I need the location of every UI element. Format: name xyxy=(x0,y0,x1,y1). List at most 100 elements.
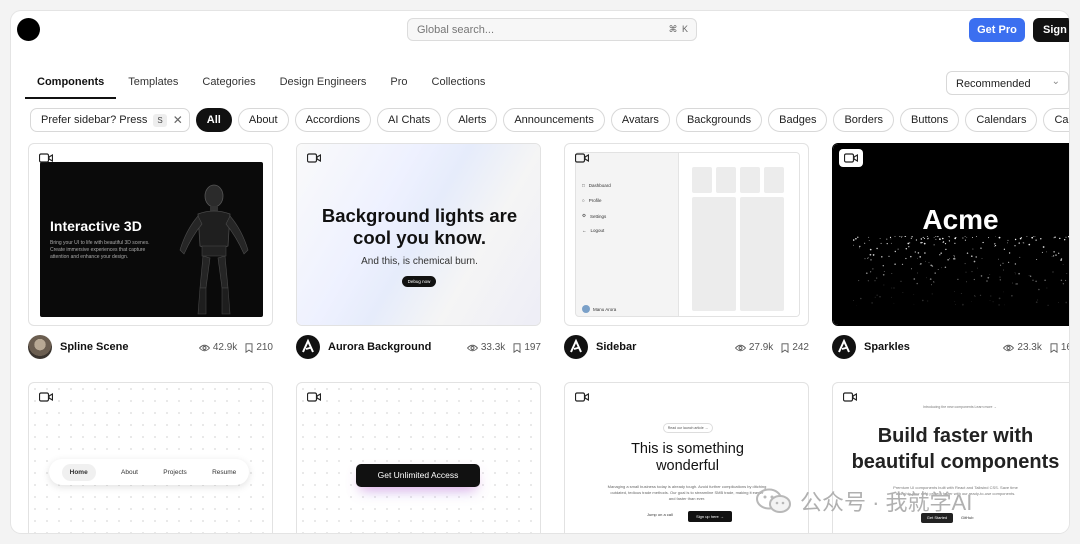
preview-primary-button: Sign up here → xyxy=(688,511,732,522)
sparkle-dot xyxy=(954,258,956,260)
sparkle-dot xyxy=(937,236,939,238)
sparkle-dot xyxy=(949,258,950,260)
preview-nav-resume: Resume xyxy=(212,468,237,476)
component-card-aurora-background[interactable]: Background lights are cool you know. And… xyxy=(296,143,541,326)
filter-chip-ai-chats[interactable]: AI Chats xyxy=(377,108,442,132)
arrow-left-icon: ← xyxy=(582,228,587,233)
close-icon[interactable]: ✕ xyxy=(173,109,183,131)
sparkle-dot xyxy=(1035,239,1037,241)
saves-stat[interactable]: 197 xyxy=(513,342,541,353)
filter-chip-backgrounds[interactable]: Backgrounds xyxy=(675,108,763,132)
tab-design-engineers[interactable]: Design Engineers xyxy=(268,69,379,99)
sign-up-button[interactable]: Sign up xyxy=(1033,18,1069,42)
home-icon: □ xyxy=(582,183,585,188)
video-icon xyxy=(575,152,589,164)
sparkle-dot xyxy=(923,242,926,245)
sparkle-dot xyxy=(882,264,885,267)
sparkle-dot xyxy=(915,239,917,241)
sparkle-dot xyxy=(940,252,942,254)
saves-stat[interactable]: 16 xyxy=(1050,342,1069,353)
filter-chip-announcements[interactable]: Announcements xyxy=(503,108,605,132)
preview-sidebar-nav: □ Dashboard ○ Profile ⚙ Settings ← Logout Ma… xyxy=(576,153,676,316)
sparkle-dot xyxy=(924,252,926,254)
sparkle-dot xyxy=(1018,242,1020,244)
sparkle-dot xyxy=(858,280,860,282)
search-placeholder: Global search... xyxy=(417,24,495,36)
views-stat: 33.3k xyxy=(466,342,505,353)
filter-chips: Prefer sidebar? Press S ✕ All About Acco… xyxy=(30,108,1069,132)
component-card-spline-scene[interactable]: Interactive 3D Bring your UI to life wit… xyxy=(28,143,273,326)
get-pro-button[interactable]: Get Pro xyxy=(969,18,1025,42)
filter-chip-about[interactable]: About xyxy=(237,108,289,132)
sparkle-dot xyxy=(853,239,855,241)
saves-count: 197 xyxy=(524,342,541,353)
bookmark-icon xyxy=(1050,342,1058,353)
sparkle-dot xyxy=(1004,304,1005,306)
sparkle-dot xyxy=(1062,264,1064,265)
filter-chip-calls-to-action[interactable]: Calls to Action xyxy=(1043,108,1069,132)
sparkle-dot xyxy=(868,236,870,238)
tab-collections[interactable]: Collections xyxy=(420,69,498,99)
filter-chip-avatars[interactable]: Avatars xyxy=(610,108,670,132)
preview-title: Acme xyxy=(922,204,999,235)
filter-chip-calendars[interactable]: Calendars xyxy=(965,108,1038,132)
saves-stat[interactable]: 210 xyxy=(245,342,273,353)
component-card-sparkles[interactable]: Acme xyxy=(832,143,1069,326)
sparkle-dot xyxy=(1059,237,1061,240)
sparkle-dot xyxy=(1014,263,1017,265)
sparkle-dot xyxy=(905,248,908,250)
author-avatar[interactable] xyxy=(296,335,320,359)
author-avatar[interactable] xyxy=(28,335,52,359)
component-name[interactable]: Aurora Background xyxy=(328,341,431,353)
filter-chip-accordions[interactable]: Accordions xyxy=(294,108,372,132)
component-card-sidebar[interactable]: □ Dashboard ○ Profile ⚙ Settings ← Logout Ma… xyxy=(564,143,809,326)
preview-secondary-button: Jump on a call xyxy=(647,512,673,517)
preview-nav-about: About xyxy=(121,468,138,476)
site-logo[interactable] xyxy=(17,18,40,41)
tab-templates[interactable]: Templates xyxy=(116,69,190,99)
sparkle-dot xyxy=(1007,261,1010,264)
component-name[interactable]: Sidebar xyxy=(596,341,636,353)
sparkle-dot xyxy=(994,246,995,248)
sparkle-dot xyxy=(1032,279,1034,281)
preview-user: Manu Arora xyxy=(582,305,616,313)
filter-chip-badges[interactable]: Badges xyxy=(768,108,828,132)
sparkle-dot xyxy=(879,238,881,239)
filter-chip-all[interactable]: All xyxy=(195,108,232,132)
filter-chip-alerts[interactable]: Alerts xyxy=(447,108,498,132)
filter-chip-buttons[interactable]: Buttons xyxy=(900,108,960,132)
filter-chip-borders[interactable]: Borders xyxy=(833,108,894,132)
search-shortcut: ⌘ K xyxy=(668,24,689,34)
sparkle-dot xyxy=(894,236,896,237)
sparkle-dot xyxy=(999,276,1001,278)
sparkle-dot xyxy=(857,236,859,238)
sort-select[interactable]: Recommended ⌄ xyxy=(946,71,1069,95)
sparkle-dot xyxy=(917,272,918,274)
component-card-floating-navbar[interactable]: Home About Projects Resume xyxy=(28,382,273,533)
sparkle-dot xyxy=(900,280,902,282)
component-name[interactable]: Sparkles xyxy=(864,341,910,353)
sparkles-field xyxy=(853,236,1069,306)
sparkle-dot xyxy=(893,287,895,289)
sparkle-dot xyxy=(867,280,869,282)
sparkle-dot xyxy=(872,254,875,256)
sparkle-dot xyxy=(869,248,872,251)
tab-pro[interactable]: Pro xyxy=(378,69,419,99)
saves-count: 210 xyxy=(256,342,273,353)
component-card-unlimited-access-button[interactable]: Get Unlimited Access xyxy=(296,382,541,533)
global-search-input[interactable]: Global search... ⌘ K xyxy=(407,18,697,41)
sparkle-dot xyxy=(933,281,935,282)
sparkle-dot xyxy=(988,237,990,239)
component-name[interactable]: Spline Scene xyxy=(60,341,128,353)
preview-paragraph: Managing a small business today is alrea… xyxy=(607,484,767,501)
preview-heading: This is something wonderful xyxy=(631,441,744,474)
author-avatar[interactable] xyxy=(564,335,588,359)
sparkle-dot xyxy=(934,272,936,274)
sparkle-dot xyxy=(919,256,922,258)
sparkle-dot xyxy=(876,294,878,296)
tab-components[interactable]: Components xyxy=(25,69,117,99)
tab-categories[interactable]: Categories xyxy=(190,69,267,99)
author-avatar[interactable] xyxy=(832,335,856,359)
sparkle-dot xyxy=(979,294,982,296)
saves-stat[interactable]: 242 xyxy=(781,342,809,353)
